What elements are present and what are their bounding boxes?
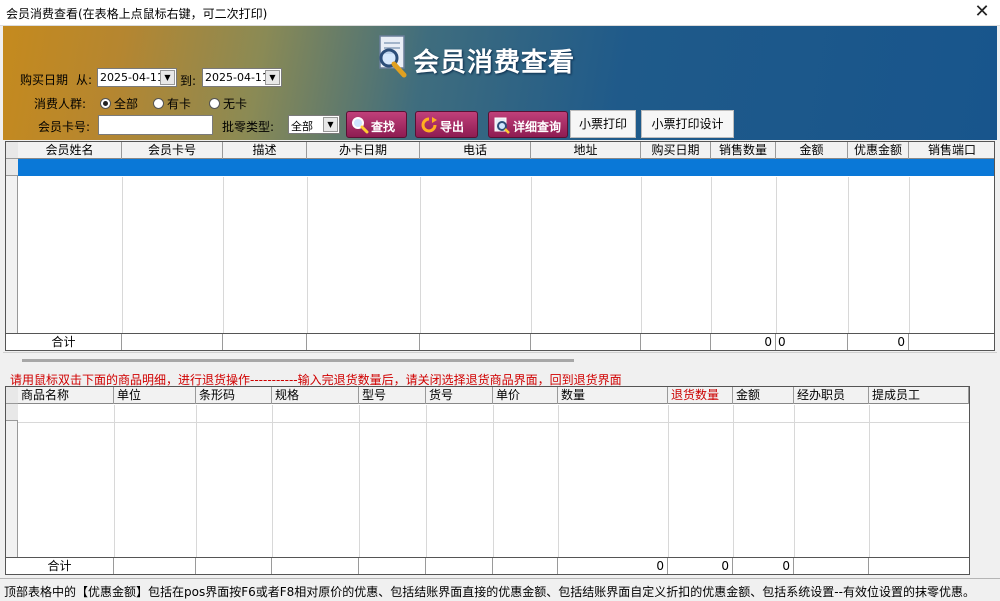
col-address[interactable]: 地址 [531, 142, 641, 159]
to-date-picker[interactable]: 2025-04-11 ▼ [202, 68, 282, 87]
col-quantity[interactable]: 数量 [558, 387, 668, 404]
totals-label: 合计 [6, 334, 122, 350]
search-button[interactable]: 查找 [346, 111, 407, 138]
receipt-print-button[interactable]: 小票打印 [570, 110, 636, 138]
detail-search-icon [494, 117, 510, 134]
from-date-value: 2025-04-11 [100, 71, 164, 84]
col-item-number[interactable]: 货号 [426, 387, 493, 404]
status-text: 顶部表格中的【优惠金额】包括在pos界面按F6或者F8相对原价的优惠、包括结账界… [4, 585, 975, 599]
divider [3, 352, 997, 353]
radio-has-card[interactable]: 有卡 [153, 95, 191, 112]
row-indicator[interactable] [6, 159, 18, 176]
close-icon[interactable]: ✕ [972, 2, 992, 22]
col-card-number[interactable]: 会员卡号 [122, 142, 223, 159]
total-return-qty: 0 [668, 558, 733, 574]
receipt-print-design-button[interactable]: 小票打印设计 [641, 110, 734, 138]
selected-table-row[interactable] [18, 159, 994, 176]
col-amount[interactable]: 金额 [733, 387, 794, 404]
top-totals-row: 合计 0 0 0 [5, 333, 995, 351]
col-unit[interactable]: 单位 [114, 387, 196, 404]
banner-title: 会员消费查看 [413, 48, 576, 78]
export-icon [421, 117, 437, 133]
to-date-value: 2025-04-11 [205, 71, 269, 84]
col-amount[interactable]: 金额 [776, 142, 848, 159]
bottom-totals-row: 合计 0 0 0 [5, 557, 970, 575]
totals-label: 合计 [6, 558, 114, 574]
radio-empty-icon [209, 98, 220, 109]
col-sales-port[interactable]: 销售端口 [909, 142, 994, 159]
col-model[interactable]: 型号 [359, 387, 426, 404]
col-sales-qty[interactable]: 销售数量 [711, 142, 776, 159]
magnifier-document-icon [379, 35, 407, 78]
chevron-down-icon[interactable]: ▼ [265, 70, 280, 85]
detail-query-button[interactable]: 详细查询 [488, 111, 568, 138]
search-icon [352, 117, 369, 134]
radio-no-card[interactable]: 无卡 [209, 95, 247, 112]
col-discount[interactable]: 优惠金额 [848, 142, 909, 159]
goods-detail-table[interactable]: 商品名称 单位 条形码 规格 型号 货号 单价 数量 退货数量 金额 经办职员 … [5, 386, 970, 558]
total-sales-qty: 0 [711, 334, 776, 350]
horizontal-scrollbar[interactable] [22, 359, 574, 362]
status-bar: 顶部表格中的【优惠金额】包括在pos界面按F6或者F8相对原价的优惠、包括结账界… [0, 578, 1000, 601]
col-card-date[interactable]: 办卡日期 [307, 142, 420, 159]
consumer-group-label: 消费人群: [34, 97, 87, 111]
table-header: 会员姓名 会员卡号 描述 办卡日期 电话 地址 购买日期 销售数量 金额 优惠金… [18, 142, 994, 159]
chevron-down-icon[interactable]: ▼ [160, 70, 175, 85]
header-corner [6, 387, 18, 404]
col-spec[interactable]: 规格 [272, 387, 359, 404]
col-goods-name[interactable]: 商品名称 [18, 387, 114, 404]
radio-empty-icon [153, 98, 164, 109]
export-button[interactable]: 导出 [415, 111, 478, 138]
col-barcode[interactable]: 条形码 [196, 387, 272, 404]
header-corner [6, 142, 18, 159]
window-title: 会员消费查看(在表格上点鼠标右键，可二次打印) [6, 7, 268, 21]
chevron-down-icon[interactable]: ▼ [323, 117, 338, 132]
card-number-input[interactable] [98, 115, 213, 135]
to-label: 到: [180, 74, 197, 88]
card-number-label: 会员卡号: [38, 120, 91, 134]
sale-type-label: 批零类型: [222, 120, 275, 134]
col-description[interactable]: 描述 [223, 142, 307, 159]
col-unit-price[interactable]: 单价 [493, 387, 558, 404]
row-indicator[interactable] [6, 404, 18, 421]
col-commission-staff[interactable]: 提成员工 [869, 387, 969, 404]
radio-selected-icon [100, 98, 111, 109]
table-header: 商品名称 单位 条形码 规格 型号 货号 单价 数量 退货数量 金额 经办职员 … [18, 387, 969, 404]
total-amount: 0 [776, 334, 848, 350]
total-amount: 0 [733, 558, 794, 574]
total-discount: 0 [848, 334, 909, 350]
header-banner: 会员消费查看 购买日期 从: 2025-04-11 ▼ 到: 2025-04-1… [3, 26, 997, 140]
col-return-qty[interactable]: 退货数量 [668, 387, 733, 404]
from-label: 从: [76, 73, 93, 87]
purchase-date-label: 购买日期 [20, 73, 69, 87]
sale-type-value: 全部 [291, 120, 313, 133]
from-date-picker[interactable]: 2025-04-11 ▼ [97, 68, 177, 87]
sale-type-select[interactable]: 全部 ▼ [288, 115, 340, 134]
col-phone[interactable]: 电话 [420, 142, 531, 159]
col-staff[interactable]: 经办职员 [794, 387, 869, 404]
total-quantity: 0 [558, 558, 668, 574]
col-purchase-date[interactable]: 购买日期 [641, 142, 711, 159]
consumption-table[interactable]: 会员姓名 会员卡号 描述 办卡日期 电话 地址 购买日期 销售数量 金额 优惠金… [5, 141, 995, 334]
radio-all[interactable]: 全部 [100, 95, 138, 112]
col-member-name[interactable]: 会员姓名 [18, 142, 122, 159]
title-bar: 会员消费查看(在表格上点鼠标右键，可二次打印) ✕ [0, 0, 1000, 26]
